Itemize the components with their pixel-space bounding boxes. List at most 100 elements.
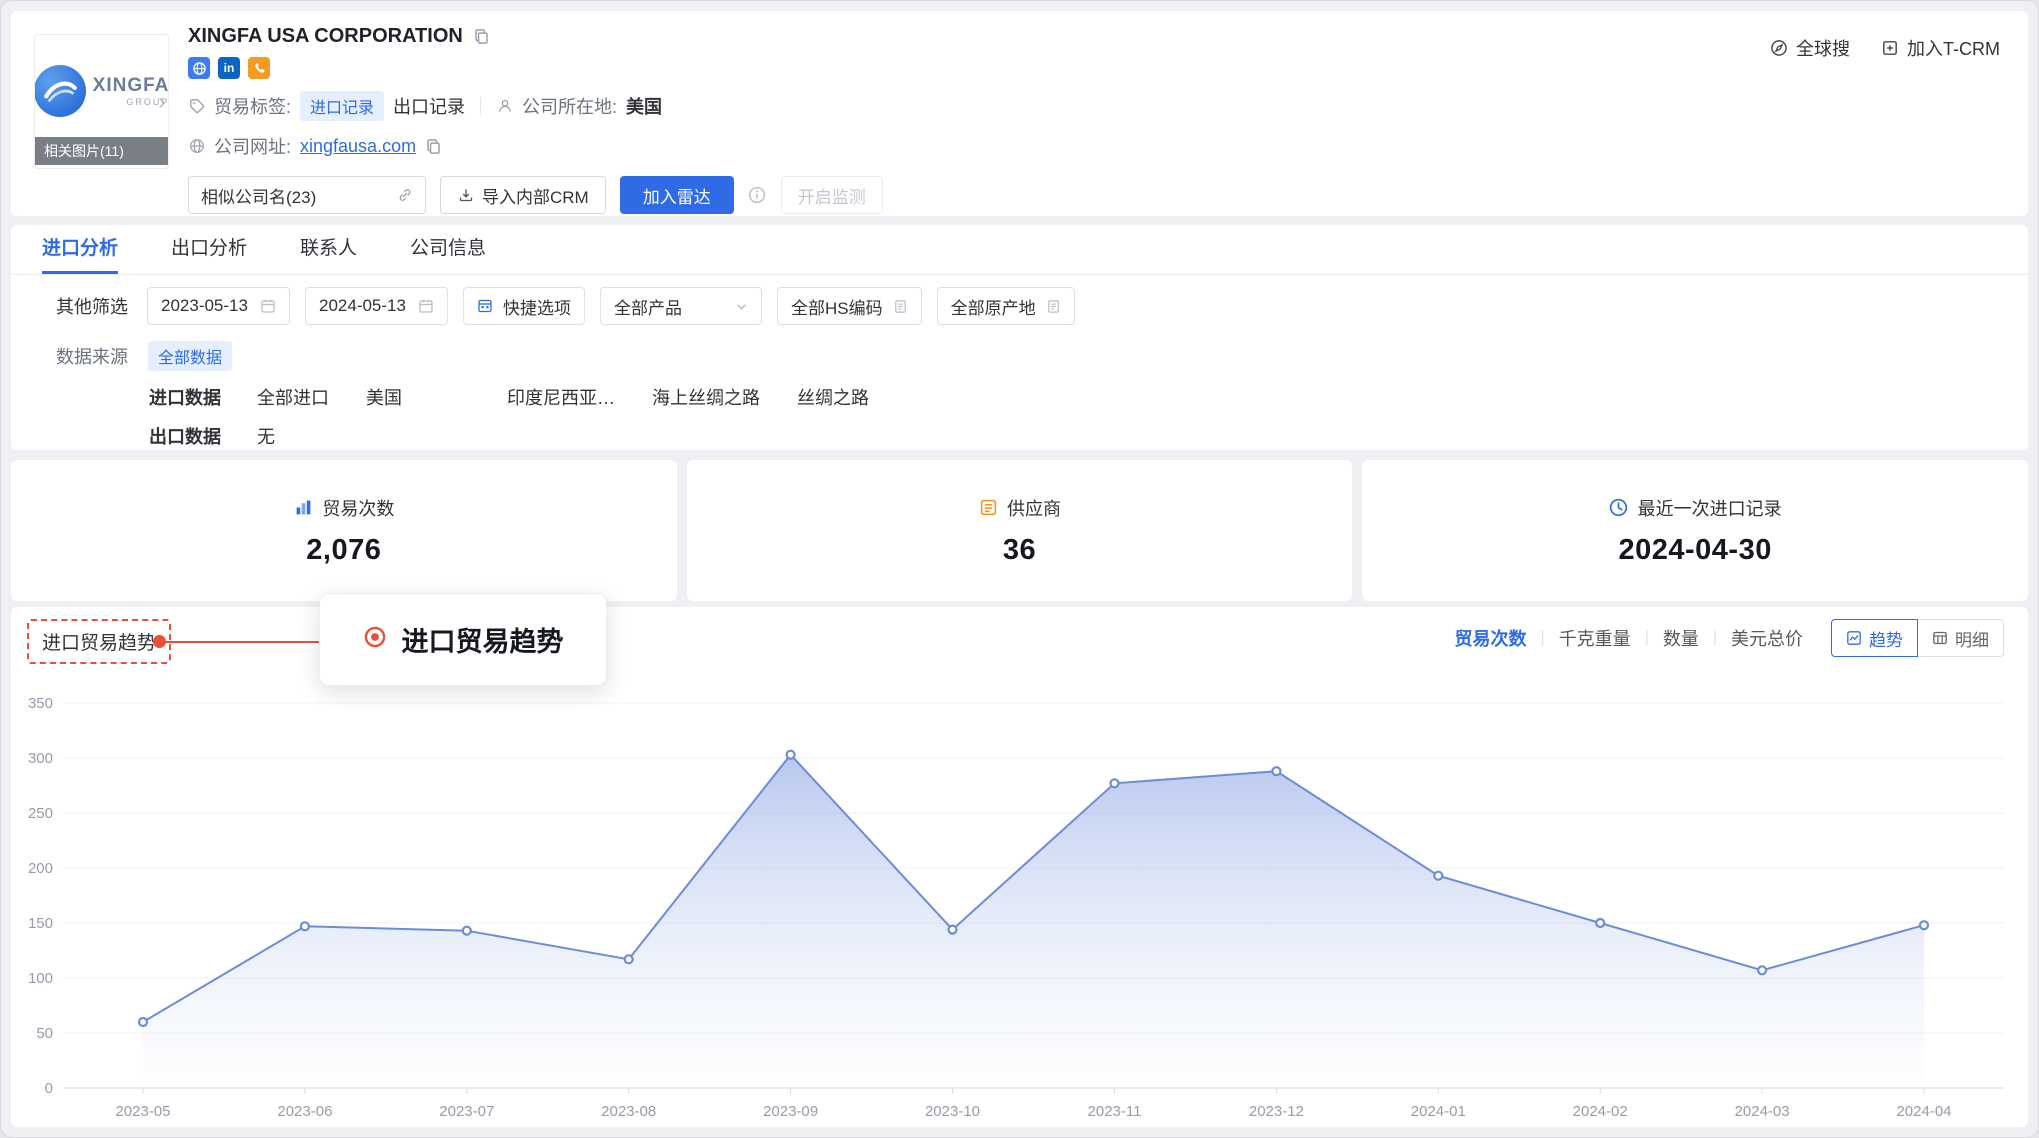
start-monitor-button[interactable]: 开启监测 — [781, 176, 883, 214]
document-icon — [1046, 299, 1061, 314]
annotation-connector — [159, 641, 325, 643]
add-box-icon — [1880, 39, 1899, 58]
table-icon — [1932, 630, 1948, 646]
import-source-option[interactable]: 印度尼西亚… — [507, 384, 615, 410]
tab-company-info[interactable]: 公司信息 — [410, 225, 486, 274]
divider: | — [1713, 629, 1717, 647]
stat-value: 2024-04-30 — [1619, 534, 1772, 567]
divider — [480, 97, 481, 115]
import-icon — [457, 187, 474, 204]
all-data-chip[interactable]: 全部数据 — [148, 341, 232, 371]
location-value: 美国 — [626, 93, 662, 119]
analysis-tabs: 进口分析 出口分析 联系人 公司信息 — [11, 225, 2028, 275]
svg-text:2024-01: 2024-01 — [1411, 1103, 1466, 1118]
hs-code-select[interactable]: 全部HS编码 — [777, 287, 922, 325]
copy-website-icon[interactable] — [425, 138, 442, 155]
person-icon — [496, 98, 513, 115]
metric-trade-count[interactable]: 贸易次数 — [1455, 625, 1527, 651]
svg-text:200: 200 — [28, 860, 53, 877]
quick-options-label: 快捷选项 — [503, 294, 571, 319]
hs-code-value: 全部HS编码 — [791, 294, 883, 319]
phone-icon[interactable] — [248, 57, 270, 79]
svg-text:150: 150 — [28, 915, 53, 932]
annotation-dot — [153, 635, 166, 648]
stat-trade-count: 贸易次数 2,076 — [11, 460, 677, 601]
view-toggle-group: 趋势 明细 — [1831, 619, 2004, 657]
metric-usd-total[interactable]: 美元总价 — [1731, 625, 1803, 651]
trend-chart-card: 进口贸易趋势 贸易次数 | 千克重量 | 数量 | 美元总价 趋势 明细 0 50… — [11, 607, 2028, 1127]
global-search-link[interactable]: 全球搜 — [1769, 35, 1850, 61]
global-search-label: 全球搜 — [1796, 35, 1850, 61]
stat-value: 36 — [1003, 534, 1036, 567]
svg-text:2024-03: 2024-03 — [1735, 1103, 1790, 1118]
tab-export-analysis[interactable]: 出口分析 — [171, 225, 247, 274]
data-source-row: 数据来源 全部数据 — [56, 341, 2028, 371]
location-label: 公司所在地: — [522, 93, 617, 119]
import-data-label: 进口数据 — [149, 384, 227, 410]
filter-row: 其他筛选 2023-05-13 2024-05-13 快捷选项 全部产品 全部H… — [56, 287, 2028, 325]
company-website-link[interactable]: xingfausa.com — [300, 136, 416, 157]
similar-companies-input[interactable]: 相似公司名(23) — [188, 176, 426, 214]
divider: | — [1541, 629, 1545, 647]
document-icon — [893, 299, 908, 314]
website-icon[interactable] — [188, 57, 210, 79]
website-label: 公司网址: — [214, 133, 291, 159]
start-date-input[interactable]: 2023-05-13 — [147, 287, 290, 325]
svg-text:2023-10: 2023-10 — [925, 1103, 980, 1118]
other-filters-label: 其他筛选 — [56, 293, 128, 319]
quick-options-button[interactable]: 快捷选项 — [463, 287, 585, 325]
divider: | — [1645, 629, 1649, 647]
calendar-icon — [418, 298, 434, 314]
copy-company-name-icon[interactable] — [473, 28, 490, 45]
import-source-option[interactable]: 丝绸之路 — [797, 384, 869, 410]
svg-text:300: 300 — [28, 750, 53, 767]
import-source-option[interactable]: 海上丝绸之路 — [652, 384, 760, 410]
join-tcrm-label: 加入T-CRM — [1907, 35, 2000, 61]
info-icon[interactable] — [748, 186, 767, 205]
similar-companies-value: 相似公司名(23) — [201, 183, 316, 208]
export-record-tag[interactable]: 出口记录 — [393, 93, 465, 119]
svg-text:2023-12: 2023-12 — [1249, 1103, 1304, 1118]
start-date-value: 2023-05-13 — [161, 296, 248, 316]
quick-options-icon — [477, 298, 493, 314]
svg-text:2024-02: 2024-02 — [1573, 1103, 1628, 1118]
metric-kg-weight[interactable]: 千克重量 — [1559, 625, 1631, 651]
product-select-value: 全部产品 — [614, 294, 682, 319]
tab-contacts[interactable]: 联系人 — [300, 225, 357, 274]
next-image-arrow[interactable]: › — [158, 90, 166, 114]
svg-text:2023-07: 2023-07 — [439, 1103, 494, 1118]
join-tcrm-link[interactable]: 加入T-CRM — [1880, 35, 2000, 61]
related-images-badge[interactable]: 相关图片(11) — [35, 137, 168, 165]
import-source-option[interactable]: 全部进口 — [257, 384, 329, 410]
callout-text: 进口贸易趋势 — [402, 620, 564, 659]
app-window: XINGFA GROUP 相关图片(11) › XINGFA USA CORPO… — [0, 0, 2039, 1138]
svg-text:50: 50 — [36, 1025, 53, 1042]
trend-icon — [1846, 630, 1862, 646]
svg-text:0: 0 — [45, 1080, 53, 1097]
view-trend-toggle[interactable]: 趋势 — [1831, 619, 1918, 657]
import-crm-button[interactable]: 导入内部CRM — [440, 176, 606, 214]
linkedin-icon[interactable]: in — [218, 57, 240, 79]
svg-text:2023-05: 2023-05 — [115, 1103, 170, 1118]
trade-tag-label: 贸易标签: — [214, 93, 291, 119]
annotation-callout: 进口贸易趋势 — [319, 593, 607, 686]
view-detail-toggle[interactable]: 明细 — [1917, 619, 2004, 657]
trend-toggle-label: 趋势 — [1869, 626, 1903, 651]
export-data-value: 无 — [257, 423, 275, 449]
stat-label: 最近一次进口记录 — [1638, 495, 1782, 521]
origin-select[interactable]: 全部原产地 — [937, 287, 1075, 325]
product-select[interactable]: 全部产品 — [600, 287, 762, 325]
add-radar-button[interactable]: 加入雷达 — [620, 176, 734, 214]
import-source-option[interactable]: 美国 — [366, 384, 402, 410]
bar-chart-icon — [293, 498, 313, 518]
tab-import-analysis[interactable]: 进口分析 — [42, 225, 118, 274]
metric-quantity[interactable]: 数量 — [1663, 625, 1699, 651]
analysis-card: 进口分析 出口分析 联系人 公司信息 其他筛选 2023-05-13 2024-… — [11, 225, 2028, 450]
globe-icon — [188, 138, 205, 155]
end-date-value: 2024-05-13 — [319, 296, 406, 316]
chart-title-text: 进口贸易趋势 — [42, 633, 156, 654]
end-date-input[interactable]: 2024-05-13 — [305, 287, 448, 325]
export-data-row: 出口数据 无 — [149, 423, 2028, 449]
origin-value: 全部原产地 — [951, 294, 1036, 319]
import-record-tag[interactable]: 进口记录 — [300, 91, 384, 121]
